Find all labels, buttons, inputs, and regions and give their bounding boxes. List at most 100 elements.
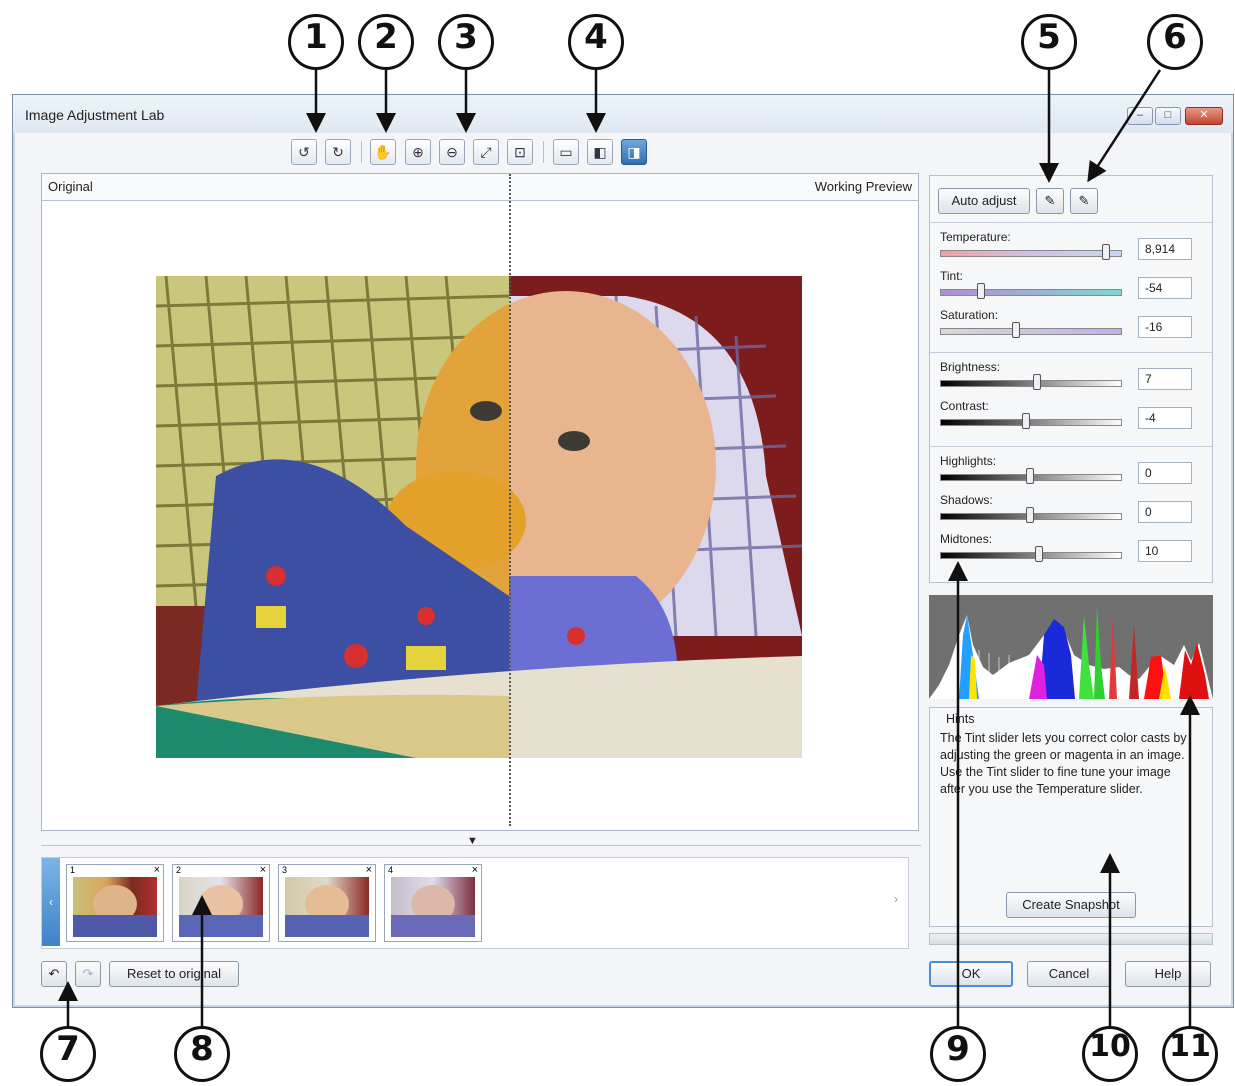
highlights-slider-thumb[interactable] xyxy=(1026,468,1034,484)
close-icon[interactable]: × xyxy=(154,864,160,876)
midtones-slider-thumb[interactable] xyxy=(1035,546,1043,562)
cancel-button[interactable]: Cancel xyxy=(1027,961,1111,987)
collapse-strip-icon[interactable]: ▼ xyxy=(467,835,478,847)
side-by-side-preview-button[interactable]: ◨ xyxy=(621,139,647,165)
snapshot-number: 4 xyxy=(388,865,394,875)
snapshot-number: 3 xyxy=(282,865,288,875)
close-icon[interactable]: × xyxy=(260,864,266,876)
panel-separator xyxy=(930,222,1212,223)
full-preview-button[interactable]: ▭ xyxy=(553,139,579,165)
help-button[interactable]: Help xyxy=(1125,961,1211,987)
strip-scroll-right[interactable]: › xyxy=(894,892,898,906)
midtones-label: Midtones: xyxy=(940,532,993,546)
close-icon[interactable]: × xyxy=(472,864,478,876)
zoom-in-icon: ⊕ xyxy=(412,144,424,160)
brightness-slider-thumb[interactable] xyxy=(1033,374,1042,390)
shadows-slider-thumb[interactable] xyxy=(1026,507,1034,523)
adjustment-panel: Auto adjust ✎ ✎ Temperature: 8,914 Tint:… xyxy=(929,175,1213,583)
midtones-slider[interactable] xyxy=(940,552,1122,559)
tint-slider-thumb[interactable] xyxy=(977,283,986,299)
rotate-right-icon: ↻ xyxy=(332,144,344,160)
actual-size-button[interactable]: ⊡ xyxy=(507,139,533,165)
tint-value[interactable]: -54 xyxy=(1138,277,1192,299)
zoom-fit-icon: ⤢ xyxy=(480,144,492,160)
snapshot-number: 2 xyxy=(176,865,182,875)
reset-to-original-button[interactable]: Reset to original xyxy=(109,961,239,987)
rotate-left-icon: ↺ xyxy=(298,144,310,160)
preview-divider xyxy=(41,845,921,846)
saturation-value[interactable]: -16 xyxy=(1138,316,1192,338)
contrast-slider[interactable] xyxy=(940,419,1122,426)
tint-label: Tint: xyxy=(940,269,963,283)
temperature-slider[interactable] xyxy=(940,250,1122,257)
histogram xyxy=(929,595,1213,699)
shadows-value[interactable]: 0 xyxy=(1138,501,1192,523)
zoom-fit-button[interactable]: ⤢ xyxy=(473,139,499,165)
preview-image xyxy=(156,276,802,758)
strip-scroll-left[interactable]: ‹ xyxy=(42,858,60,946)
redo-button[interactable]: ↷ xyxy=(75,961,101,987)
temperature-value[interactable]: 8,914 xyxy=(1138,238,1192,260)
undo-icon: ↶ xyxy=(48,966,60,981)
progress-bar xyxy=(929,933,1213,945)
saturation-label: Saturation: xyxy=(940,308,999,322)
zoom-in-button[interactable]: ⊕ xyxy=(405,139,431,165)
window-title: Image Adjustment Lab xyxy=(25,107,165,123)
contrast-slider-thumb[interactable] xyxy=(1022,413,1031,429)
snapshot-thumb[interactable]: 2 × xyxy=(172,864,270,942)
full-preview-icon: ▭ xyxy=(559,144,573,160)
highlights-value[interactable]: 0 xyxy=(1138,462,1192,484)
temperature-slider-thumb[interactable] xyxy=(1101,244,1110,260)
saturation-slider-thumb[interactable] xyxy=(1011,322,1020,338)
undo-button[interactable]: ↶ xyxy=(41,961,67,987)
zoom-out-button[interactable]: ⊖ xyxy=(439,139,465,165)
callout-3: 3 xyxy=(438,14,494,70)
saturation-slider[interactable] xyxy=(940,328,1122,335)
title-bar: Image Adjustment Lab – □ ✕ xyxy=(13,95,1233,133)
pan-button[interactable]: ✋ xyxy=(370,139,396,165)
callout-9: 9 xyxy=(930,1026,986,1082)
callout-7: 7 xyxy=(40,1026,96,1082)
actual-size-icon: ⊡ xyxy=(514,144,526,160)
preview-header: Original Working Preview xyxy=(42,174,918,201)
callout-11: 11 xyxy=(1162,1026,1218,1082)
callout-6: 6 xyxy=(1147,14,1203,70)
snapshot-image xyxy=(285,877,369,937)
panel-separator xyxy=(930,352,1212,353)
hand-icon: ✋ xyxy=(374,144,392,160)
callout-2: 2 xyxy=(358,14,414,70)
close-button[interactable]: ✕ xyxy=(1185,107,1223,125)
maximize-button[interactable]: □ xyxy=(1155,107,1181,125)
snapshot-thumb[interactable]: 1 × xyxy=(66,864,164,942)
temperature-label: Temperature: xyxy=(940,230,1011,244)
hints-panel: Hints The Tint slider lets you correct c… xyxy=(929,707,1213,927)
minimize-button[interactable]: – xyxy=(1127,107,1153,125)
contrast-value[interactable]: -4 xyxy=(1138,407,1192,429)
preview-pane: Original Working Preview xyxy=(41,173,919,831)
create-snapshot-button[interactable]: Create Snapshot xyxy=(1006,892,1136,918)
side-by-side-icon: ◨ xyxy=(627,144,641,160)
brightness-slider[interactable] xyxy=(940,380,1122,387)
callout-10: 10 xyxy=(1082,1026,1138,1082)
auto-adjust-button[interactable]: Auto adjust xyxy=(938,188,1030,214)
brightness-value[interactable]: 7 xyxy=(1138,368,1192,390)
image-adjustment-dialog: Image Adjustment Lab – □ ✕ ↺ ↻ ✋ ⊕ ⊖ ⤢ ⊡… xyxy=(12,94,1234,1008)
snapshot-image xyxy=(73,877,157,937)
rotate-right-button[interactable]: ↻ xyxy=(325,139,351,165)
callout-8: 8 xyxy=(174,1026,230,1082)
black-point-button[interactable]: ✎ xyxy=(1070,188,1098,214)
callout-4: 4 xyxy=(568,14,624,70)
white-point-button[interactable]: ✎ xyxy=(1036,188,1064,214)
white-point-eyedropper-icon: ✎ xyxy=(1044,193,1056,208)
close-icon[interactable]: × xyxy=(366,864,372,876)
split-preview-button[interactable]: ◧ xyxy=(587,139,613,165)
preview-split-line[interactable] xyxy=(509,174,511,826)
snapshot-thumb[interactable]: 3 × xyxy=(278,864,376,942)
tint-slider[interactable] xyxy=(940,289,1122,296)
highlights-label: Highlights: xyxy=(940,454,997,468)
rotate-left-button[interactable]: ↺ xyxy=(291,139,317,165)
snapshot-thumb[interactable]: 4 × xyxy=(384,864,482,942)
snapshot-number: 1 xyxy=(70,865,76,875)
ok-button[interactable]: OK xyxy=(929,961,1013,987)
midtones-value[interactable]: 10 xyxy=(1138,540,1192,562)
